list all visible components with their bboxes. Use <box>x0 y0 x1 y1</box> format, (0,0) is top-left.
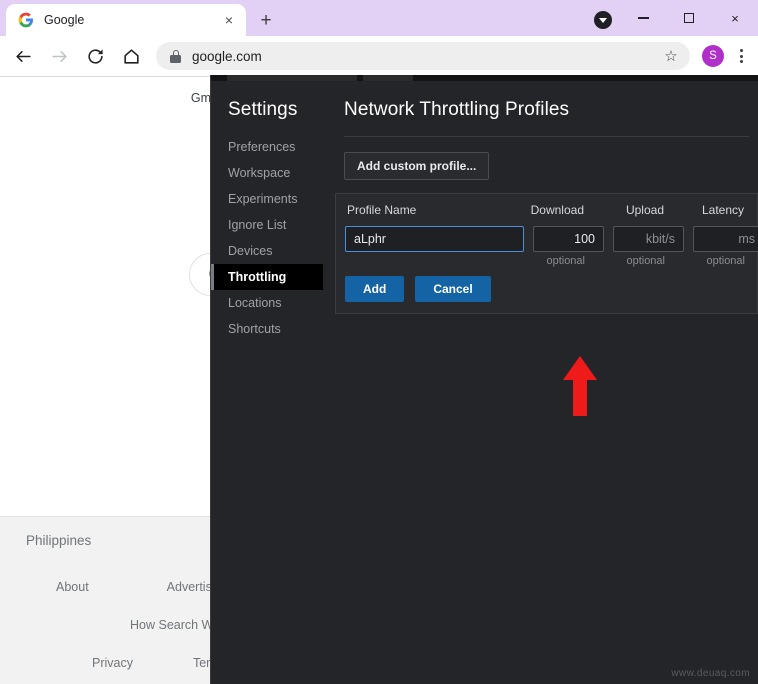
sidebar-item-label: Locations <box>228 296 282 310</box>
sidebar-item-ignore-list[interactable]: Ignore List <box>211 212 323 238</box>
browser-window: Google × + × google.com ☆ S Gma Philippi… <box>0 0 758 684</box>
settings-sidebar: Settings Preferences Workspace Experimen… <box>211 81 323 684</box>
bookmark-star-icon[interactable]: ☆ <box>660 45 682 67</box>
column-header-download: Download <box>530 203 584 217</box>
profile-actions: Add Cancel <box>345 276 748 302</box>
column-header-profile-name: Profile Name <box>347 203 417 217</box>
sidebar-item-label: Ignore List <box>228 218 287 232</box>
sidebar-item-label: Shortcuts <box>228 322 281 336</box>
settings-dialog: × Settings Preferences Workspace Experim… <box>211 81 758 684</box>
sidebar-item-label: Workspace <box>228 166 291 180</box>
profile-table-headers: Profile Name Download Upload Latency <box>345 203 748 217</box>
tab-title: Google <box>44 13 85 27</box>
footer-link-about[interactable]: About <box>56 580 89 594</box>
sidebar-item-preferences[interactable]: Preferences <box>211 134 323 160</box>
sidebar-item-devices[interactable]: Devices <box>211 238 323 264</box>
tab-strip: Google × + × <box>0 0 758 36</box>
sidebar-item-label: Experiments <box>228 192 298 206</box>
url-text: google.com <box>192 48 262 64</box>
address-bar[interactable]: google.com ☆ <box>156 42 690 70</box>
divider <box>344 136 749 137</box>
new-tab-button[interactable]: + <box>254 8 278 32</box>
column-header-upload: Upload <box>625 203 664 217</box>
download-input[interactable] <box>533 226 604 252</box>
profile-table-inputs <box>345 226 758 252</box>
sidebar-item-label: Preferences <box>228 140 296 154</box>
back-arrow-icon[interactable] <box>8 41 38 71</box>
sidebar-item-label: Throttling <box>228 270 287 284</box>
sidebar-item-label: Devices <box>228 244 273 258</box>
kebab-menu-icon[interactable] <box>728 41 754 71</box>
footer-link-privacy[interactable]: Privacy <box>92 656 133 670</box>
add-custom-profile-button[interactable]: Add custom profile... <box>344 152 490 180</box>
lock-icon <box>170 49 181 63</box>
optional-label-download: optional <box>546 255 585 267</box>
maximize-button[interactable] <box>666 0 712 36</box>
optional-label-latency: optional <box>706 255 745 267</box>
optional-labels-row: optional optional optional <box>345 255 748 267</box>
tab-close-icon[interactable]: × <box>220 11 238 29</box>
home-icon[interactable] <box>116 41 146 71</box>
avatar[interactable]: S <box>702 45 724 67</box>
sidebar-item-workspace[interactable]: Workspace <box>211 160 323 186</box>
minimize-button[interactable] <box>620 0 666 36</box>
optional-label-upload: optional <box>626 255 665 267</box>
latency-input[interactable] <box>693 226 758 252</box>
forward-arrow-icon <box>44 41 74 71</box>
chevron-down-icon <box>599 18 607 23</box>
upload-input[interactable] <box>613 226 684 252</box>
browser-tab[interactable]: Google × <box>6 4 246 36</box>
settings-heading: Settings <box>228 99 298 120</box>
sidebar-item-experiments[interactable]: Experiments <box>211 186 323 212</box>
settings-content: Network Throttling Profiles Add custom p… <box>323 81 758 684</box>
red-up-arrow-annotation <box>563 356 597 416</box>
close-window-button[interactable]: × <box>712 0 758 36</box>
sidebar-item-locations[interactable]: Locations <box>211 290 323 316</box>
google-g-icon <box>18 12 33 28</box>
sidebar-item-throttling[interactable]: Throttling <box>211 264 323 290</box>
reload-icon[interactable] <box>80 41 110 71</box>
page-title: Network Throttling Profiles <box>344 99 570 120</box>
devtools-panel: × Settings Preferences Workspace Experim… <box>210 75 758 684</box>
sidebar-item-shortcuts[interactable]: Shortcuts <box>211 316 323 342</box>
profile-name-input[interactable] <box>345 226 524 252</box>
profile-editor: Profile Name Download Upload Latency opt… <box>335 193 758 314</box>
add-button[interactable]: Add <box>345 276 405 302</box>
watermark: www.deuaq.com <box>671 668 750 679</box>
browser-toolbar: google.com ☆ S <box>0 36 758 77</box>
window-controls: × <box>620 0 758 36</box>
cancel-button[interactable]: Cancel <box>415 276 491 302</box>
extension-badge-icon[interactable] <box>594 11 612 29</box>
column-header-latency: Latency <box>701 203 744 217</box>
